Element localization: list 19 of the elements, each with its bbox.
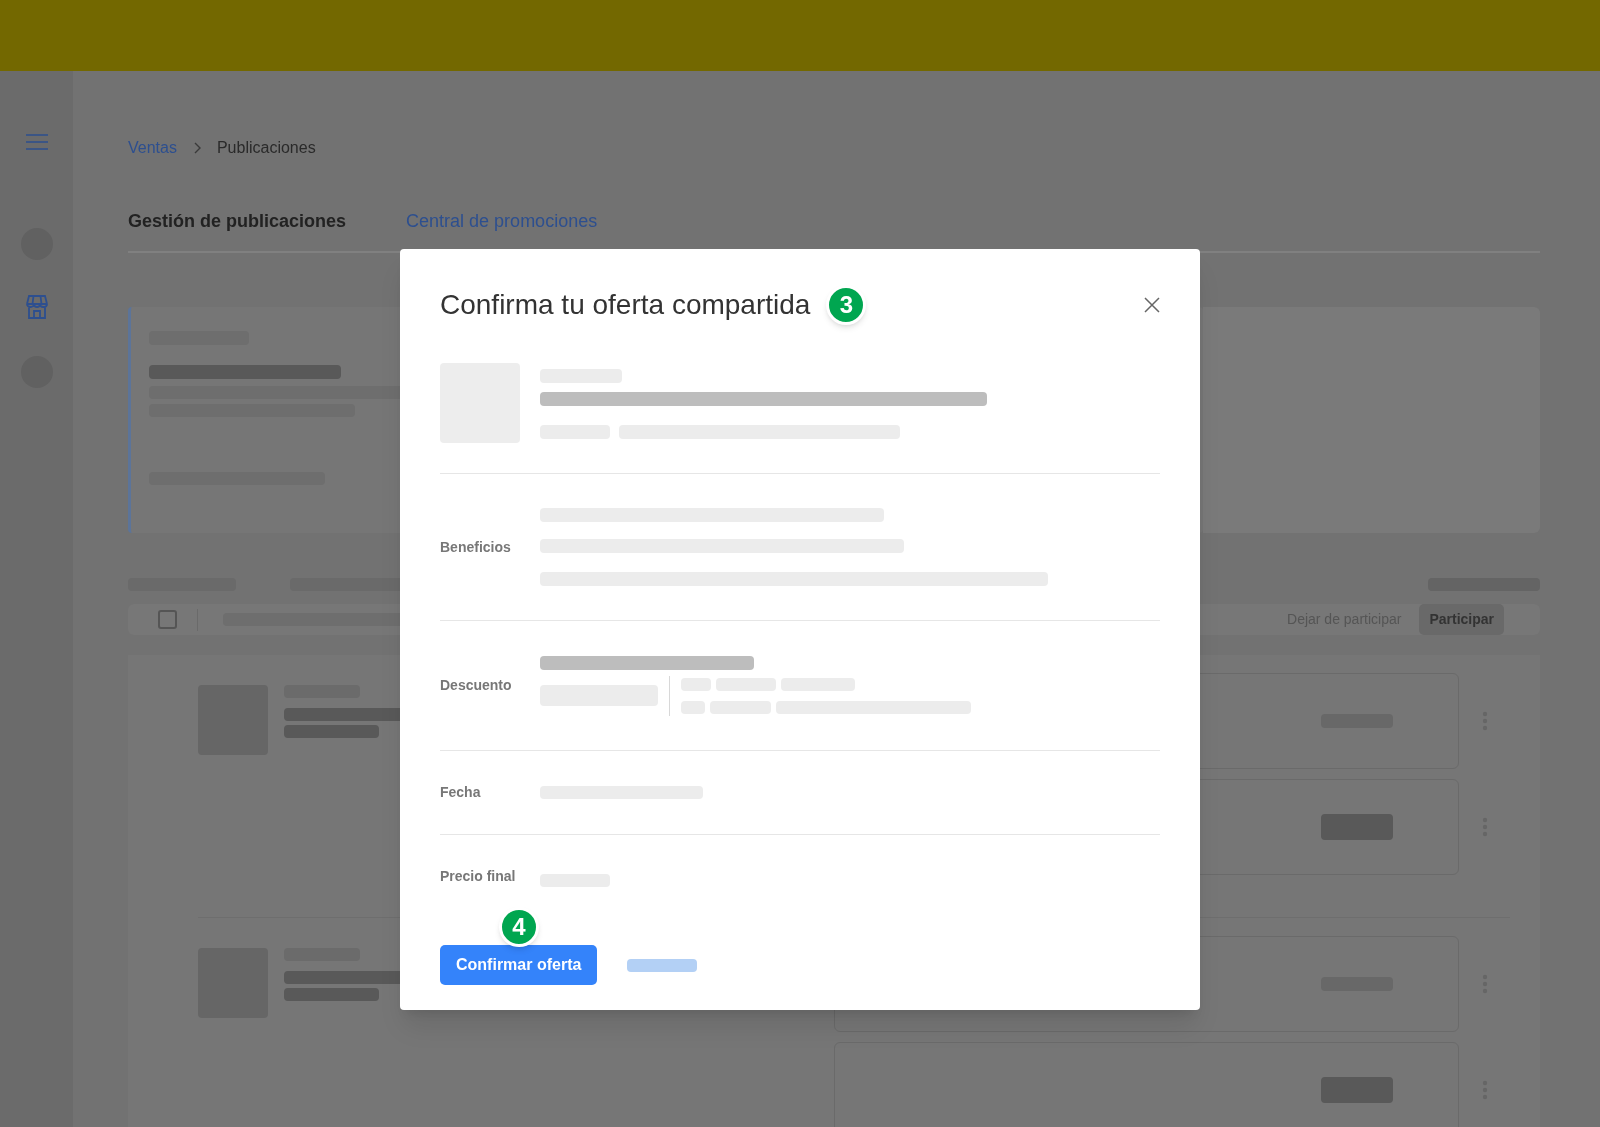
chevron-icon <box>192 142 201 154</box>
field-label: Descuento <box>440 676 513 695</box>
link-placeholder[interactable] <box>627 958 698 972</box>
breadcrumb-current: Publicaciones <box>216 138 316 158</box>
field-label: Beneficios <box>440 537 512 557</box>
skeleton-bar <box>1321 1077 1393 1103</box>
field-label: Fecha <box>440 783 482 802</box>
breadcrumb-link[interactable]: Ventas <box>128 136 177 160</box>
step-marker: 4 <box>499 907 539 947</box>
store-icon[interactable] <box>23 294 50 320</box>
field-label: Precio final <box>440 867 517 886</box>
dialog-title: Confirma tu oferta compartida <box>440 288 811 322</box>
menu-icon[interactable] <box>24 134 49 150</box>
confirm-button[interactable]: Confirmar oferta <box>440 945 598 985</box>
close-icon[interactable] <box>1144 297 1160 313</box>
tab[interactable]: Central de promociones <box>406 208 598 235</box>
tab[interactable]: Gestión de publicaciones <box>128 208 347 235</box>
skeleton-bar <box>1321 814 1393 840</box>
checkbox[interactable] <box>158 610 177 629</box>
